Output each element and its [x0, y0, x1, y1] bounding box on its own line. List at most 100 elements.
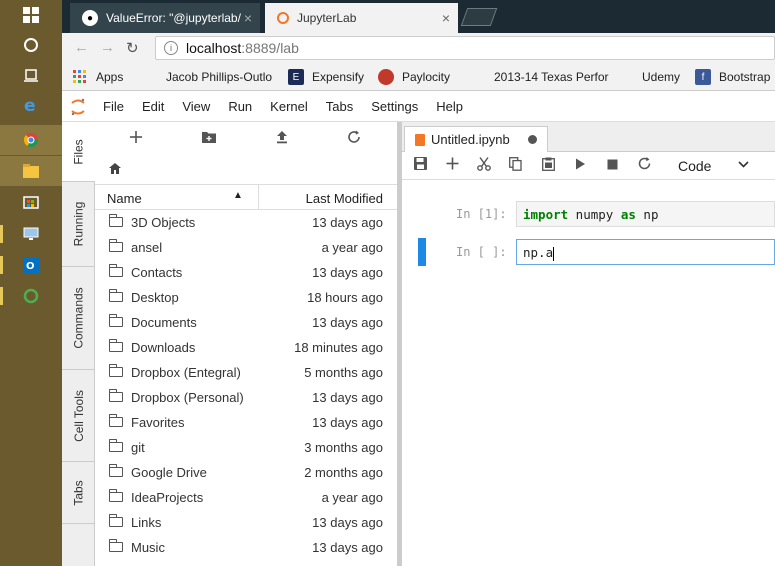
bookmark-expensify[interactable]: E Expensify [288, 69, 364, 85]
browser-tab-jupyterlab[interactable]: JupyterLab × [265, 3, 458, 33]
close-tab-icon[interactable]: × [442, 10, 450, 26]
bookmark-bootstrap[interactable]: f Bootstrap [695, 69, 770, 85]
main-dock-area: Untitled.ipynb Code In [1]: import numpy… [402, 122, 775, 566]
file-list-item[interactable]: Documents 13 days ago [95, 310, 397, 335]
menu-help[interactable]: Help [427, 99, 472, 114]
file-explorer-icon[interactable] [0, 156, 62, 186]
chrome-icon[interactable] [0, 125, 62, 155]
code-editor[interactable]: import numpy as np [516, 201, 775, 227]
folder-icon [108, 339, 123, 352]
cell-type-select[interactable]: Code [678, 158, 711, 174]
text-cursor [553, 246, 555, 261]
file-browser-toolbar [95, 122, 397, 156]
home-icon[interactable] [109, 163, 121, 177]
site-info-icon[interactable]: i [164, 41, 178, 55]
run-icon[interactable] [575, 157, 586, 174]
file-list-item[interactable]: Dropbox (Entegral) 5 months ago [95, 360, 397, 385]
insert-cell-plus-icon[interactable] [446, 157, 459, 174]
file-name: Desktop [131, 290, 179, 305]
sidebar-tab-commands[interactable]: Commands [62, 267, 95, 370]
folder-icon [108, 264, 123, 277]
file-list-item[interactable]: Dropbox (Personal) 13 days ago [95, 385, 397, 410]
bookmark-texas-performance[interactable]: 2013-14 Texas Perfor [470, 69, 609, 85]
sort-ascending-icon[interactable]: ▲ [233, 190, 243, 201]
file-name: Downloads [131, 340, 196, 355]
file-name: Music [131, 540, 165, 555]
sidebar-tab-files[interactable]: Files [62, 122, 95, 182]
file-list-item[interactable]: IdeaProjects a year ago [95, 485, 397, 510]
stop-icon[interactable] [607, 157, 618, 174]
cut-icon[interactable] [477, 157, 491, 175]
menu-tabs[interactable]: Tabs [317, 99, 362, 114]
folder-icon [108, 539, 123, 552]
bookmark-apps[interactable]: Apps [72, 69, 123, 85]
file-list-item[interactable]: Contacts 13 days ago [95, 260, 397, 285]
file-list-item[interactable]: ansel a year ago [95, 235, 397, 260]
code-cell-active[interactable]: In [ ]: np.a [402, 238, 775, 266]
folder-icon [108, 389, 123, 402]
remote-desktop-icon[interactable] [0, 219, 62, 249]
file-list-item[interactable]: Links 13 days ago [95, 510, 397, 535]
sidebar-tab-running[interactable]: Running [62, 182, 95, 267]
bookmark-jacob-phillips-outlook[interactable]: Jacob Phillips-Outlo [142, 69, 272, 85]
file-list-item[interactable]: git 3 months ago [95, 435, 397, 460]
browser-tab-github[interactable]: ● ValueError: "@jupyterlab/ × [70, 3, 260, 33]
sidebar-tab-tabs[interactable]: Tabs [62, 462, 95, 524]
copy-icon[interactable] [509, 157, 522, 175]
unsaved-indicator-icon[interactable] [528, 135, 537, 144]
refresh-icon[interactable] [347, 130, 361, 149]
windows-taskbar: e O [0, 0, 62, 566]
task-view-icon[interactable] [0, 60, 62, 90]
forward-arrow-icon[interactable]: → [100, 39, 115, 56]
store-icon[interactable] [0, 186, 62, 216]
save-icon[interactable] [414, 157, 427, 174]
blank-page-icon [142, 69, 158, 85]
edge-icon[interactable]: e [0, 90, 62, 120]
bookmark-udemy[interactable]: Udemy [618, 69, 680, 85]
cortana-icon[interactable] [0, 30, 62, 60]
reload-icon[interactable]: ↻ [126, 39, 139, 57]
notebook-tab[interactable]: Untitled.ipynb [404, 126, 548, 152]
file-list-item[interactable]: Google Drive 2 months ago [95, 460, 397, 485]
app-ring-icon[interactable] [0, 281, 62, 311]
apps-grid-icon [72, 69, 88, 85]
left-sidebar: Files Running Commands Cell Tools Tabs [62, 122, 95, 566]
file-name: IdeaProjects [131, 490, 204, 505]
folder-icon [108, 289, 123, 302]
file-list-item[interactable]: Favorites 13 days ago [95, 410, 397, 435]
outlook-icon[interactable]: O [0, 250, 62, 280]
code-keyword: import [523, 207, 569, 222]
paste-icon[interactable] [542, 157, 555, 175]
bookmark-paylocity[interactable]: Paylocity [378, 69, 450, 85]
menu-run[interactable]: Run [219, 99, 261, 114]
code-cell[interactable]: In [1]: import numpy as np [402, 200, 775, 228]
new-tab-button[interactable] [460, 8, 498, 26]
menu-view[interactable]: View [173, 99, 219, 114]
file-list-item[interactable]: Downloads 18 minutes ago [95, 335, 397, 360]
sidebar-tab-cell-tools[interactable]: Cell Tools [62, 370, 95, 462]
file-list-item[interactable]: Desktop 18 hours ago [95, 285, 397, 310]
menu-kernel[interactable]: Kernel [261, 99, 317, 114]
menu-settings[interactable]: Settings [362, 99, 427, 114]
restart-kernel-icon[interactable] [638, 157, 651, 174]
file-list-item[interactable]: 3D Objects 13 days ago [95, 210, 397, 235]
file-list-item[interactable]: Music 13 days ago [95, 535, 397, 560]
close-tab-icon[interactable]: × [244, 10, 252, 26]
chevron-down-icon[interactable] [738, 157, 749, 171]
code-editor[interactable]: np.a [516, 239, 775, 265]
new-folder-icon[interactable] [201, 130, 217, 149]
menu-file[interactable]: File [94, 99, 133, 114]
back-arrow-icon[interactable]: ← [74, 39, 89, 56]
svg-text:e: e [24, 96, 36, 114]
folder-icon [108, 214, 123, 227]
column-header-name[interactable]: Name [107, 191, 142, 206]
menu-edit[interactable]: Edit [133, 99, 173, 114]
new-launcher-plus-icon[interactable] [129, 130, 143, 149]
folder-icon [108, 239, 123, 252]
address-bar[interactable]: i localhost:8889/lab [155, 36, 775, 60]
upload-icon[interactable] [275, 130, 289, 149]
windows-start-icon[interactable] [0, 0, 62, 30]
code-text: np.a [523, 245, 554, 260]
column-header-last-modified[interactable]: Last Modified [306, 191, 383, 206]
input-prompt: In [ ]: [456, 245, 507, 259]
